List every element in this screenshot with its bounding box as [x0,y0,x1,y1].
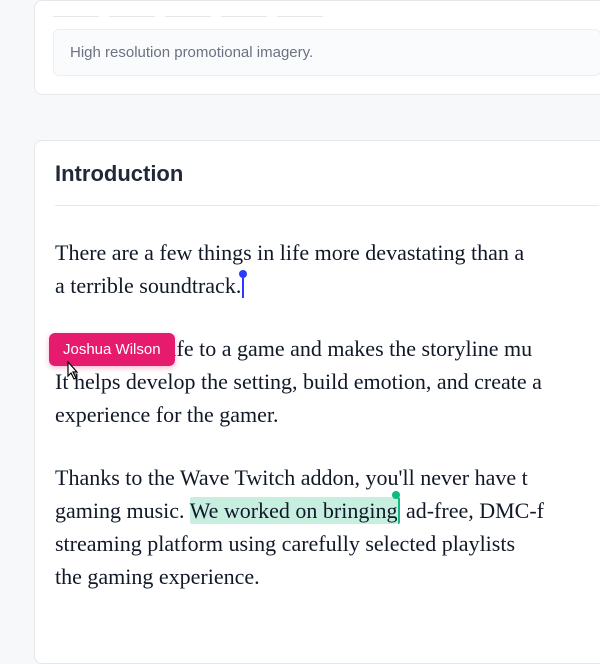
paragraph[interactable]: Thanks to the Wave Twitch addon, you'll … [55,461,599,593]
text: ad-free, DMC-f [400,498,544,523]
text: the gaming experience. [55,564,260,589]
highlighted-text[interactable]: We worked on bringing [190,497,401,524]
text: There are a few things in life more deva… [55,240,524,265]
text: experience for the gamer. [55,402,279,427]
text-caret [242,276,244,298]
media-caption[interactable]: High resolution promotional imagery. [53,29,600,76]
thumbnail[interactable] [53,11,99,17]
thumbnail[interactable] [221,11,267,17]
text: It helps develop the setting, build emot… [55,369,542,394]
text: Thanks to the Wave Twitch addon, you'll … [55,465,528,490]
document-section: Introduction There are a few things in l… [34,140,600,664]
text: streaming platform using carefully selec… [55,531,515,556]
thumbnail[interactable] [109,11,155,17]
text: a terrible soundtrack. [55,273,241,298]
thumbnail[interactable] [165,11,211,17]
pointer-cursor-icon [62,360,82,384]
text: life to a game and makes the storyline m… [159,336,532,361]
thumbnail[interactable] [277,11,323,17]
media-card: High resolution promotional imagery. [34,0,600,95]
thumbnail-row [35,11,600,29]
section-title: Introduction [55,161,599,206]
text: gaming music. [55,498,190,523]
paragraph[interactable]: There are a few things in life more deva… [55,236,599,302]
